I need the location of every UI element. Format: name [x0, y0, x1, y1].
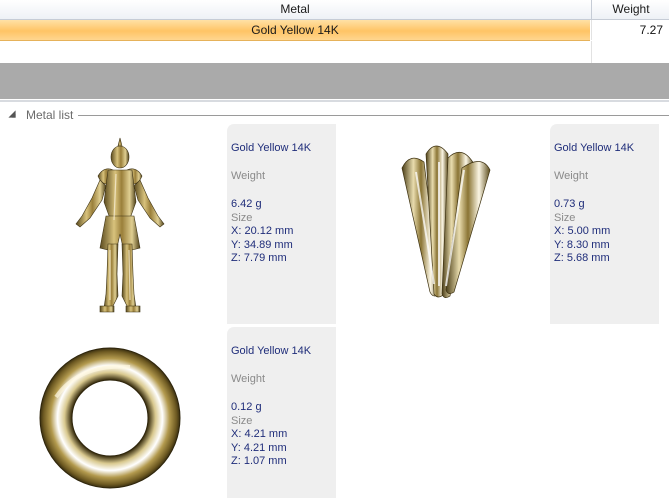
grid-empty-area	[0, 41, 669, 63]
group-title: Metal list	[26, 108, 77, 122]
column-header-weight[interactable]: Weight	[591, 0, 669, 19]
grid-header: Metal Weight	[0, 0, 669, 20]
item-size-label: Size	[554, 211, 576, 224]
cone-pendant-icon	[401, 145, 491, 298]
item-info-panel: Gold Yellow 14K Weight 0.73 g Size X: 5.…	[550, 124, 659, 324]
ring-icon	[39, 347, 181, 489]
divider	[0, 100, 669, 102]
item-size-x: X: 20.12 mm	[231, 225, 294, 237]
item-image-knight[interactable]	[0, 124, 227, 324]
item-image-cone[interactable]	[336, 124, 550, 324]
item-size-label: Size	[231, 414, 253, 427]
cell-weight[interactable]: 7.27	[591, 20, 669, 40]
item-weight-value: 0.73 g	[554, 198, 585, 210]
item-size-y: Y: 8.30 mm	[554, 238, 610, 251]
item-weight-label: Weight	[231, 373, 266, 385]
group-header-metal-list[interactable]: Metal list	[0, 107, 669, 123]
item-weight-value: 6.42 g	[231, 198, 262, 210]
table-row[interactable]: Gold Yellow 14K 7.27	[0, 20, 669, 41]
item-size-z: Z: 1.07 mm	[231, 455, 287, 467]
column-header-metal[interactable]: Metal	[0, 0, 590, 19]
item-details: 0.12 g Size X: 4.21 mm Y: 4.21 mm Z: 1.0…	[231, 401, 287, 469]
item-weight-label: Weight	[231, 170, 266, 182]
group-rule	[78, 115, 669, 116]
item-info-panel: Gold Yellow 14K Weight 0.12 g Size X: 4.…	[227, 327, 336, 498]
item-weight-value: 0.12 g	[231, 401, 262, 413]
item-details: 6.42 g Size X: 20.12 mm Y: 34.89 mm Z: 7…	[231, 198, 293, 266]
item-weight-label: Weight	[554, 170, 589, 182]
item-info-panel: Gold Yellow 14K Weight 6.42 g Size X: 20…	[227, 124, 336, 324]
splitter-band	[0, 63, 669, 99]
item-metal-name: Gold Yellow 14K	[231, 345, 312, 357]
item-size-y: Y: 4.21 mm	[231, 441, 287, 454]
collapse-arrow-icon[interactable]	[8, 110, 16, 118]
item-image-ring[interactable]	[0, 327, 227, 498]
item-metal-name: Gold Yellow 14K	[554, 142, 635, 154]
item-size-x: X: 5.00 mm	[554, 225, 611, 237]
item-size-z: Z: 7.79 mm	[231, 252, 287, 264]
item-size-z: Z: 5.68 mm	[554, 252, 610, 264]
cell-metal[interactable]: Gold Yellow 14K	[0, 20, 590, 41]
knight-figure-icon	[75, 137, 165, 313]
item-metal-name: Gold Yellow 14K	[231, 142, 312, 154]
metal-grid: Metal Weight Gold Yellow 14K 7.27	[0, 0, 669, 63]
item-details: 0.73 g Size X: 5.00 mm Y: 8.30 mm Z: 5.6…	[554, 198, 610, 266]
item-size-label: Size	[231, 211, 253, 224]
item-size-x: X: 4.21 mm	[231, 428, 288, 440]
item-size-y: Y: 34.89 mm	[231, 238, 293, 251]
